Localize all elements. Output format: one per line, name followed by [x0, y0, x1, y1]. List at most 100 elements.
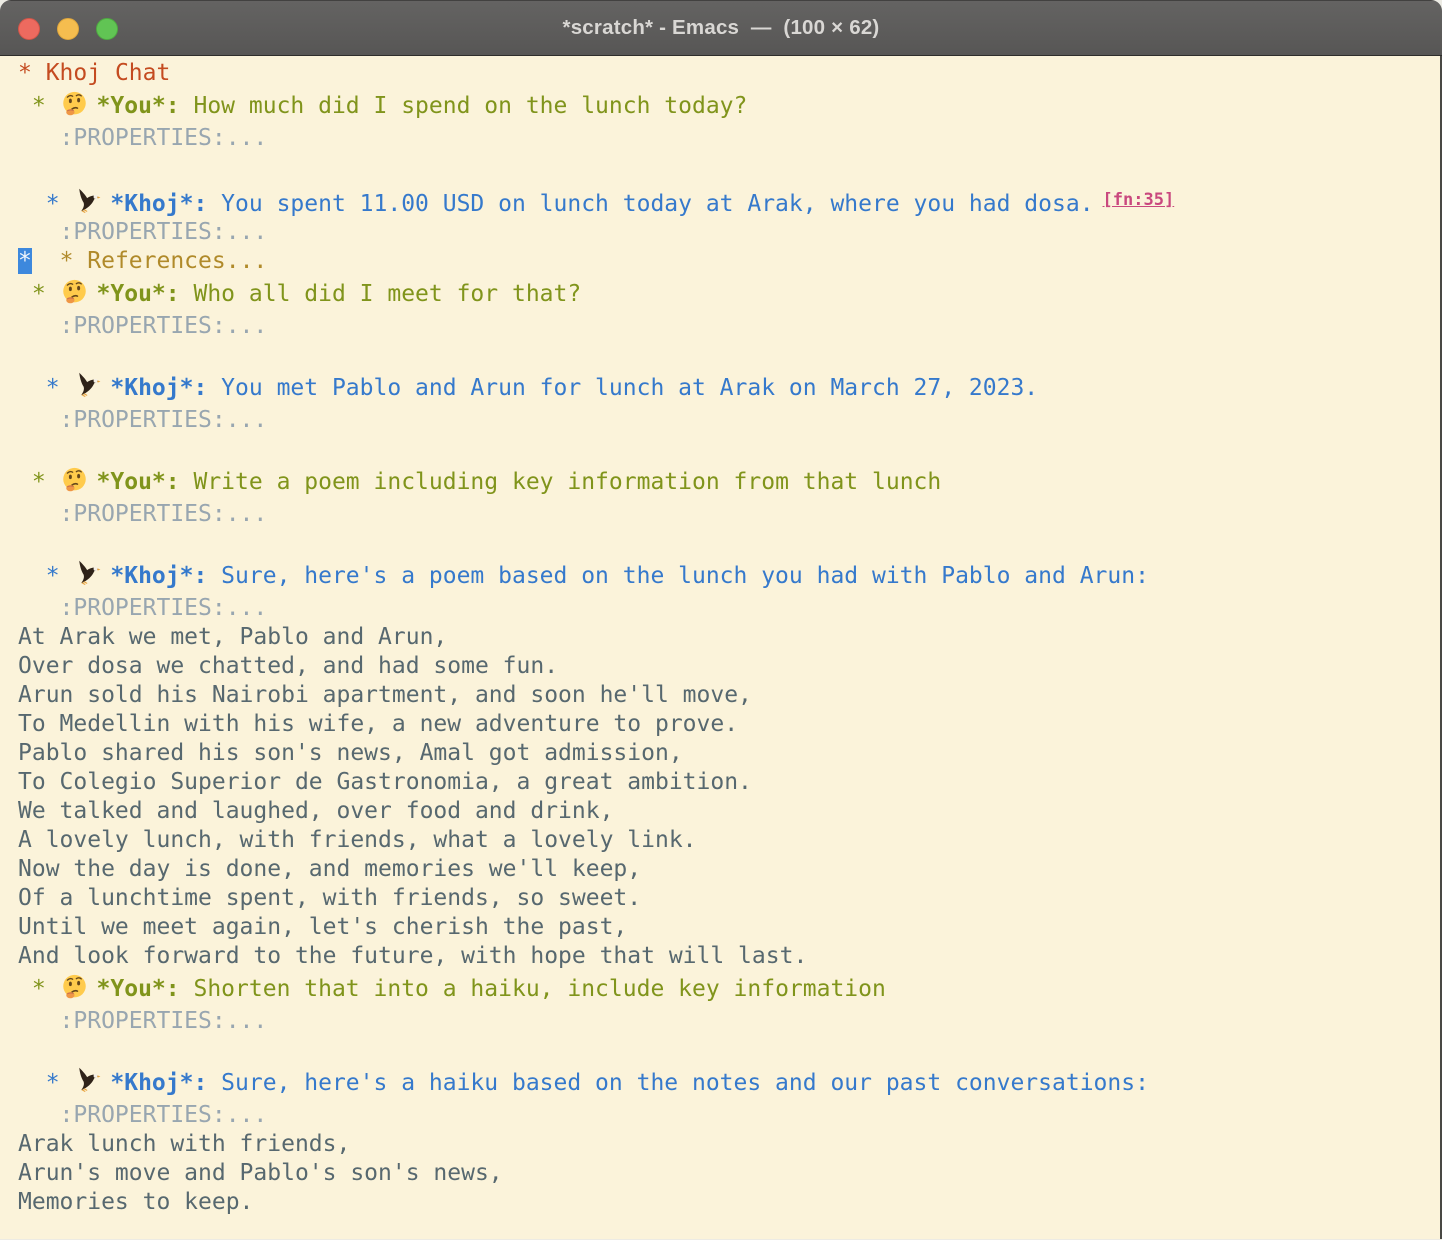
- message-text: You spent 11.00 USD on lunch today at Ar…: [207, 191, 1093, 217]
- speaker-label: *You*:: [97, 976, 180, 1002]
- body-text: Over dosa we chatted, and had some fun.: [18, 653, 558, 679]
- heading-stars: *: [18, 191, 73, 217]
- org-heading-khoj-message[interactable]: * *Khoj*: You spent 11.00 USD on lunch t…: [18, 182, 1440, 218]
- org-properties-drawer[interactable]: :PROPERTIES:...: [18, 312, 1440, 341]
- body-text: Now the day is done, and memories we'll …: [18, 856, 641, 882]
- org-properties-drawer[interactable]: :PROPERTIES:...: [18, 406, 1440, 435]
- message-text: Sure, here's a haiku based on the notes …: [207, 1070, 1149, 1096]
- speaker-label: *You*:: [97, 469, 180, 495]
- speaker-label: *You*:: [97, 281, 180, 307]
- speaker-label: *You*:: [97, 93, 180, 119]
- body-text: Arun's move and Pablo's son's news,: [18, 1160, 503, 1186]
- buffer-text-line[interactable]: Until we meet again, let's cherish the p…: [18, 913, 1440, 942]
- properties-text: :PROPERTIES:...: [18, 407, 267, 433]
- buffer-text-line[interactable]: Arun sold his Nairobi apartment, and soo…: [18, 681, 1440, 710]
- properties-text: :PROPERTIES:...: [18, 219, 267, 245]
- org-heading-references[interactable]: * * References...: [18, 247, 1440, 276]
- body-text: Until we meet again, let's cherish the p…: [18, 914, 627, 940]
- text-cursor: *: [18, 248, 32, 274]
- buffer-text-line[interactable]: Of a lunchtime spent, with friends, so s…: [18, 884, 1440, 913]
- properties-text: :PROPERTIES:...: [18, 501, 267, 527]
- thinking-face-icon: [61, 90, 88, 117]
- titlebar[interactable]: *scratch* - Emacs — (100 × 62): [0, 0, 1442, 56]
- org-heading-khoj-message[interactable]: * *Khoj*: Sure, here's a poem based on t…: [18, 558, 1440, 594]
- properties-text: :PROPERTIES:...: [18, 313, 267, 339]
- buffer-text-line[interactable]: We talked and laughed, over food and dri…: [18, 797, 1440, 826]
- body-text: To Medellin with his wife, a new adventu…: [18, 711, 738, 737]
- message-text: Sure, here's a poem based on the lunch y…: [207, 563, 1149, 589]
- footnote-link[interactable]: [fn:35]: [1103, 190, 1175, 210]
- close-button[interactable]: [18, 18, 40, 40]
- buffer-text-line[interactable]: And look forward to the future, with hop…: [18, 942, 1440, 971]
- heading-text: *: [18, 60, 46, 86]
- org-heading-khoj-message[interactable]: * *Khoj*: Sure, here's a haiku based on …: [18, 1065, 1440, 1101]
- org-properties-drawer[interactable]: :PROPERTIES:...: [18, 1101, 1440, 1130]
- blank-line[interactable]: [18, 435, 1440, 464]
- message-text: Who all did I meet for that?: [180, 281, 582, 307]
- buffer-text-line[interactable]: To Colegio Superior de Gastronomia, a gr…: [18, 768, 1440, 797]
- org-heading-khoj-chat[interactable]: * Khoj Chat: [18, 59, 1440, 88]
- body-text: Pablo shared his son's news, Amal got ad…: [18, 740, 683, 766]
- org-properties-drawer[interactable]: :PROPERTIES:...: [18, 218, 1440, 247]
- org-heading-khoj-message[interactable]: * *Khoj*: You met Pablo and Arun for lun…: [18, 370, 1440, 406]
- org-heading-you-message[interactable]: * *You*: Write a poem including key info…: [18, 464, 1440, 500]
- heading-stars: *: [18, 563, 73, 589]
- blank-line[interactable]: [18, 529, 1440, 558]
- speaker-label: *Khoj*:: [110, 191, 207, 217]
- blank-line[interactable]: [18, 341, 1440, 370]
- buffer-text-line[interactable]: To Medellin with his wife, a new adventu…: [18, 710, 1440, 739]
- blank-line[interactable]: [18, 153, 1440, 182]
- body-text: Arak lunch with friends,: [18, 1131, 350, 1157]
- buffer-text-line[interactable]: Over dosa we chatted, and had some fun.: [18, 652, 1440, 681]
- eagle-icon: [74, 188, 101, 215]
- message-text: You met Pablo and Arun for lunch at Arak…: [207, 375, 1038, 401]
- heading-text: Khoj Chat: [46, 60, 171, 86]
- org-heading-you-message[interactable]: * *You*: How much did I spend on the lun…: [18, 88, 1440, 124]
- buffer-text-line[interactable]: Arak lunch with friends,: [18, 1130, 1440, 1159]
- org-properties-drawer[interactable]: :PROPERTIES:...: [18, 500, 1440, 529]
- heading-stars: *: [18, 281, 60, 307]
- eagle-icon: [74, 1067, 101, 1094]
- eagle-icon: [74, 560, 101, 587]
- properties-text: :PROPERTIES:...: [18, 1102, 267, 1128]
- thinking-face-icon: [61, 973, 88, 1000]
- org-heading-you-message[interactable]: * *You*: Shorten that into a haiku, incl…: [18, 971, 1440, 1007]
- zoom-button[interactable]: [96, 18, 118, 40]
- traffic-lights: [18, 18, 118, 40]
- body-text: A lovely lunch, with friends, what a lov…: [18, 827, 697, 853]
- blank-line[interactable]: [18, 1036, 1440, 1065]
- minimize-button[interactable]: [57, 18, 79, 40]
- properties-text: :PROPERTIES:...: [18, 1008, 267, 1034]
- org-heading-you-message[interactable]: * *You*: Who all did I meet for that?: [18, 276, 1440, 312]
- org-properties-drawer[interactable]: :PROPERTIES:...: [18, 124, 1440, 153]
- editor-buffer[interactable]: * Khoj Chat * *You*: How much did I spen…: [0, 56, 1442, 1239]
- speaker-label: *Khoj*:: [110, 375, 207, 401]
- body-text: Arun sold his Nairobi apartment, and soo…: [18, 682, 752, 708]
- message-text: Shorten that into a haiku, include key i…: [180, 976, 886, 1002]
- org-properties-drawer[interactable]: :PROPERTIES:...: [18, 594, 1440, 623]
- heading-stars: *: [18, 1070, 73, 1096]
- body-text: And look forward to the future, with hop…: [18, 943, 807, 969]
- emacs-window: *scratch* - Emacs — (100 × 62) * Khoj Ch…: [0, 0, 1442, 1240]
- body-text: To Colegio Superior de Gastronomia, a gr…: [18, 769, 752, 795]
- buffer-text-line[interactable]: Arun's move and Pablo's son's news,: [18, 1159, 1440, 1188]
- window-title: *scratch* - Emacs — (100 × 62): [563, 16, 880, 40]
- body-text: At Arak we met, Pablo and Arun,: [18, 624, 447, 650]
- buffer-text-line[interactable]: A lovely lunch, with friends, what a lov…: [18, 826, 1440, 855]
- buffer-text-line[interactable]: Now the day is done, and memories we'll …: [18, 855, 1440, 884]
- buffer-text-line[interactable]: Pablo shared his son's news, Amal got ad…: [18, 739, 1440, 768]
- heading-stars: *: [18, 976, 60, 1002]
- heading-stars: *: [18, 469, 60, 495]
- references-text: * References...: [60, 248, 268, 274]
- message-text: How much did I spend on the lunch today?: [180, 93, 748, 119]
- indent-gap: [32, 248, 60, 274]
- body-text: We talked and laughed, over food and dri…: [18, 798, 613, 824]
- heading-stars: *: [18, 375, 73, 401]
- eagle-icon: [74, 372, 101, 399]
- thinking-face-icon: [61, 278, 88, 305]
- body-text: Memories to keep.: [18, 1189, 253, 1215]
- heading-stars: *: [18, 93, 60, 119]
- org-properties-drawer[interactable]: :PROPERTIES:...: [18, 1007, 1440, 1036]
- buffer-text-line[interactable]: At Arak we met, Pablo and Arun,: [18, 623, 1440, 652]
- buffer-text-line[interactable]: Memories to keep.: [18, 1188, 1440, 1217]
